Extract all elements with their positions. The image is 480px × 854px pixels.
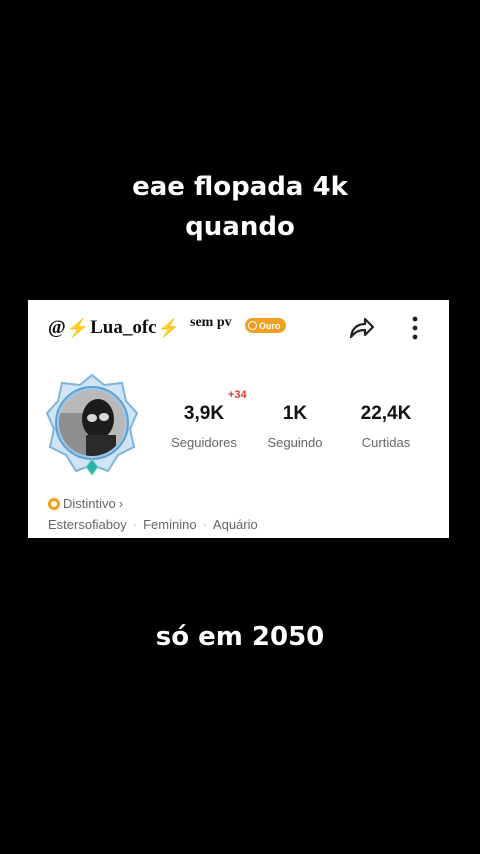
meta-item: Feminino [143, 517, 197, 532]
caption-line-2: quando [185, 212, 295, 242]
stat-following[interactable]: 1K Seguindo [260, 403, 330, 450]
following-label: Seguindo [267, 435, 323, 450]
new-followers-count: +34 [228, 389, 247, 401]
lightning-icon: ⚡ [66, 317, 90, 338]
chevron-right-icon: › [118, 496, 124, 511]
badge-label: Ouro [259, 320, 281, 331]
username-text: Lua_ofc [90, 317, 157, 338]
profile-card: @ ⚡ Lua_ofc ⚡ sem pv Ouro +34 3,9K Segui… [28, 300, 449, 538]
medal-icon [48, 497, 60, 510]
profile-username: @ ⚡ Lua_ofc ⚡ [48, 314, 181, 342]
gold-level-badge[interactable]: Ouro [245, 318, 286, 333]
more-options-icon[interactable] [405, 313, 425, 343]
bottom-caption: só em 2050 [155, 622, 325, 652]
avatar[interactable] [46, 373, 138, 479]
likes-label: Curtidas [361, 435, 411, 450]
meta-item: Estersofiaboy [48, 517, 127, 532]
likes-count: 22,4K [360, 403, 412, 424]
stat-followers[interactable]: 3,9K Seguidores [168, 403, 240, 450]
followers-label: Seguidores [171, 435, 237, 450]
distintivo-link[interactable]: Distintivo › [48, 496, 123, 511]
meta-item: Aquário [212, 517, 258, 532]
username-suffix: sem pv [190, 315, 232, 330]
share-icon[interactable] [346, 313, 376, 343]
lightning-icon: ⚡ [157, 317, 181, 338]
following-count: 1K [282, 403, 308, 424]
profile-meta: Estersofiaboy · Feminino · Aquário [48, 517, 258, 532]
followers-count: 3,9K [183, 403, 225, 424]
at-sign: @ [48, 317, 66, 338]
meta-separator: · [132, 517, 138, 532]
badge-icon [248, 321, 257, 330]
caption-line-1: eae flopada 4k [132, 172, 348, 202]
distintivo-label: Distintivo [63, 496, 116, 511]
top-caption: eae flopada 4k quando [0, 167, 480, 247]
stat-likes[interactable]: 22,4K Curtidas [350, 403, 422, 450]
meta-separator: · [202, 517, 207, 532]
